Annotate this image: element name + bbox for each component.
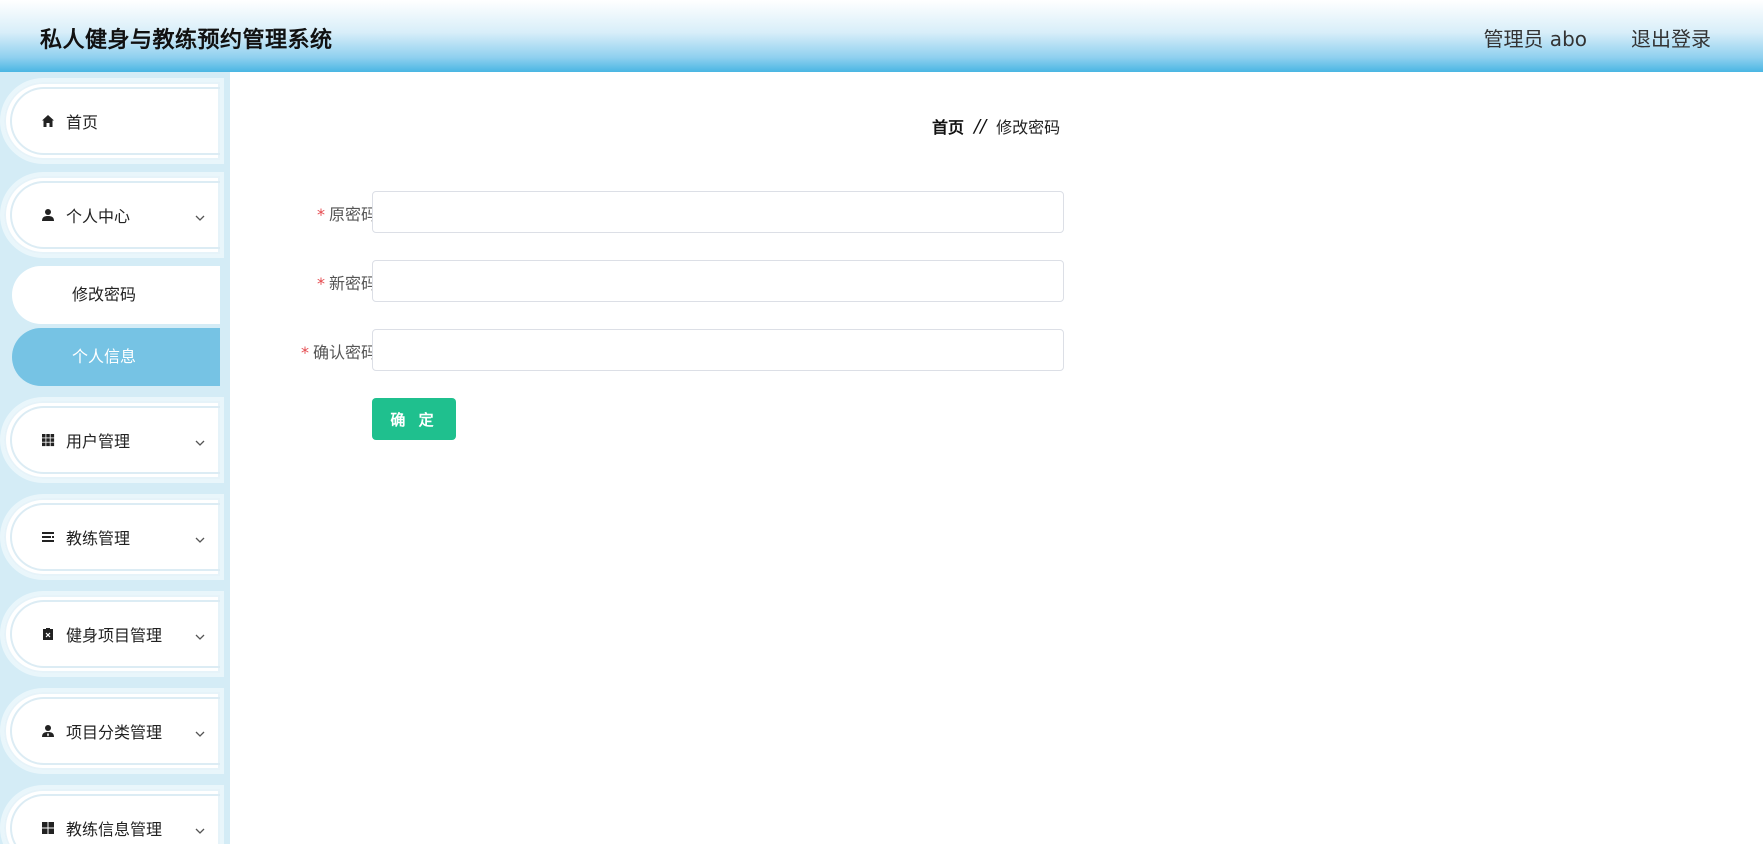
sidebar-item-label: 项目分类管理: [66, 723, 163, 742]
field-label-text: 确认密码: [312, 343, 377, 362]
app-title: 私人健身与教练预约管理系统: [40, 28, 333, 53]
breadcrumb-separator: //: [974, 115, 987, 137]
field-label-text: 新密码: [328, 274, 377, 293]
new-password-field[interactable]: [372, 260, 1064, 302]
chevron-down-icon: [194, 209, 206, 221]
required-star: *: [316, 274, 325, 293]
sidebar-item-personal-center[interactable]: 个人中心: [4, 176, 220, 254]
sidebar-item-coach-info-management[interactable]: 教练信息管理: [4, 789, 220, 844]
chevron-down-icon: [194, 628, 206, 640]
confirm-password-label: * 确认密码: [301, 339, 377, 363]
chevron-down-icon: [194, 822, 206, 834]
sidebar-item-label: 首页: [66, 113, 99, 132]
submenu-item-change-password[interactable]: 修改密码: [12, 266, 220, 324]
breadcrumb: 首页 // 修改密码: [932, 114, 1060, 138]
sidebar-item-label: 教练管理: [66, 529, 131, 548]
chevron-down-icon: [194, 725, 206, 737]
current-user-label: 管理员 abo: [1483, 27, 1587, 51]
old-password-label: * 原密码: [317, 201, 377, 225]
breadcrumb-current: 修改密码: [996, 118, 1061, 137]
sidebar: 首页 个人中心 修改密码 个人信息 用户管理 教练管理 健身项目管理 项目分类管…: [0, 72, 230, 844]
old-password-field[interactable]: [372, 191, 1064, 233]
sidebar-item-label: 教练信息管理: [66, 820, 163, 839]
sidebar-item-label: 健身项目管理: [66, 626, 163, 645]
chevron-down-icon: [194, 434, 206, 446]
confirm-password-field[interactable]: [372, 329, 1064, 371]
form-row-new-password: * 新密码: [260, 260, 1070, 302]
tiles-icon: [40, 820, 56, 836]
home-icon: [40, 113, 56, 129]
sidebar-item-coach-management[interactable]: 教练管理: [4, 498, 220, 576]
required-star: *: [316, 205, 325, 224]
confirm-button[interactable]: 确 定: [372, 398, 456, 440]
list-icon: [40, 529, 56, 545]
sidebar-item-fitness-project-management[interactable]: 健身项目管理: [4, 595, 220, 673]
form-row-old-password: * 原密码: [260, 191, 1070, 233]
sidebar-item-user-management[interactable]: 用户管理: [4, 401, 220, 479]
required-star: *: [300, 343, 309, 362]
field-label-text: 原密码: [328, 205, 377, 224]
sidebar-item-home[interactable]: 首页: [4, 82, 220, 160]
sidebar-item-label: 个人中心: [66, 207, 131, 226]
form-row-confirm-password: * 确认密码: [260, 329, 1070, 371]
new-password-label: * 新密码: [317, 270, 377, 294]
chevron-down-icon: [194, 531, 206, 543]
top-header: 私人健身与教练预约管理系统 管理员 abo 退出登录: [0, 0, 1763, 72]
sidebar-item-label: 用户管理: [66, 432, 131, 451]
grid-icon: [40, 432, 56, 448]
sidebar-item-project-category-management[interactable]: 项目分类管理: [4, 692, 220, 770]
logout-link[interactable]: 退出登录: [1631, 23, 1711, 52]
clipboard-icon: [40, 626, 56, 642]
breadcrumb-home[interactable]: 首页: [932, 114, 964, 138]
submenu-item-personal-info[interactable]: 个人信息: [12, 328, 220, 386]
user-tie-icon: [40, 723, 56, 739]
user-icon: [40, 207, 56, 223]
